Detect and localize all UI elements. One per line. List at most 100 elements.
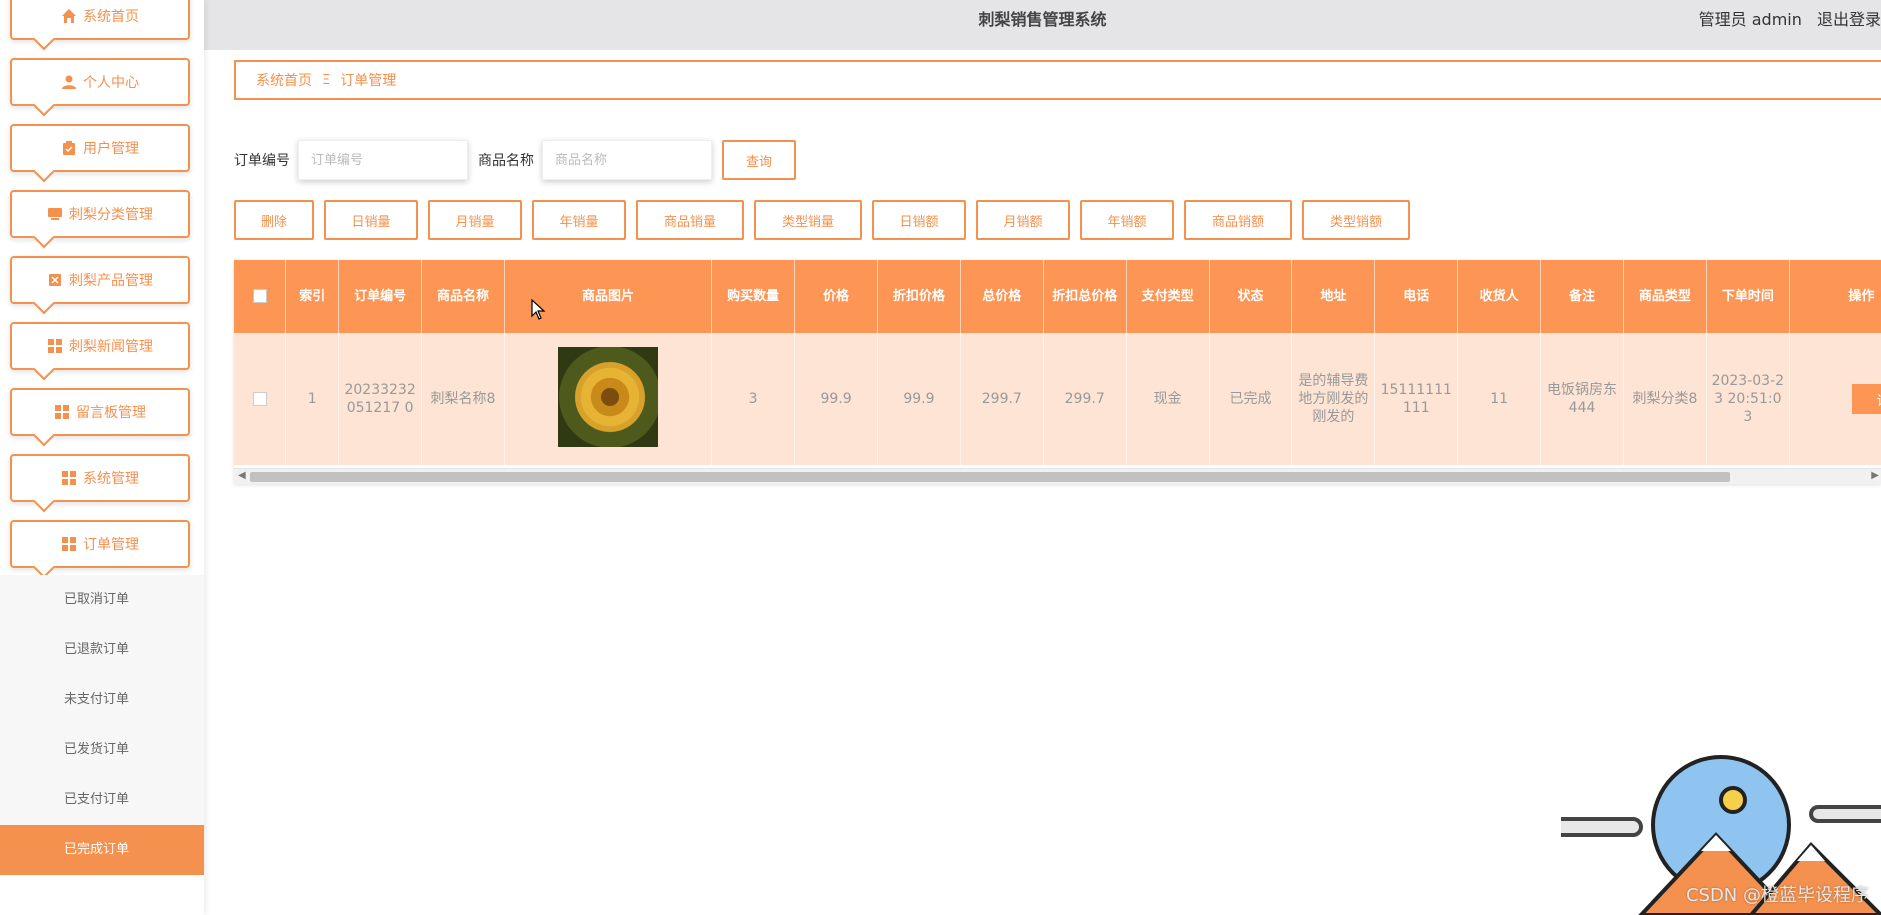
admin-label: 管理员 admin xyxy=(1698,10,1802,29)
product-image-cell xyxy=(504,333,713,465)
sidebar-item-users[interactable]: 用户管理 xyxy=(10,124,190,172)
monthly-sales-volume-button[interactable]: 月销量 xyxy=(428,200,522,240)
column-header: 下单时间 xyxy=(1706,260,1790,333)
scroll-right-arrow-icon[interactable]: ▶ xyxy=(1871,470,1879,481)
select-all-checkbox[interactable] xyxy=(252,289,267,303)
product-name-label: 商品名称 xyxy=(478,153,534,169)
sidebar-item-label: 订单管理 xyxy=(83,537,139,553)
price-cell: 99.9 xyxy=(794,333,878,465)
breadcrumb-current: 订单管理 xyxy=(340,73,397,89)
column-header: 收货人 xyxy=(1457,260,1542,333)
operation-cell: 详情 xyxy=(1789,333,1881,465)
mouse-cursor-icon xyxy=(531,299,546,320)
sidebar-item-profile[interactable]: 个人中心 xyxy=(10,58,190,106)
row-select-cell[interactable] xyxy=(234,333,287,465)
horizontal-scrollbar[interactable]: ◀ ▶ xyxy=(234,468,1881,484)
type-sales-volume-button[interactable]: 类型销量 xyxy=(754,200,862,240)
sidebar-item-orders[interactable]: 订单管理 xyxy=(10,520,190,568)
column-header: 支付类型 xyxy=(1126,260,1210,333)
yearly-sales-volume-button[interactable]: 年销量 xyxy=(532,200,626,240)
column-header: 总价格 xyxy=(960,260,1044,333)
sidebar-item-home[interactable]: 系统首页 xyxy=(10,0,190,40)
scrollbar-thumb[interactable] xyxy=(250,472,1730,482)
action-toolbar: 删除 日销量 月销量 年销量 商品销量 类型销量 日销额 月销额 年销额 商品销… xyxy=(234,200,1410,240)
product-name-input[interactable] xyxy=(542,140,712,180)
watermark-text: CSDN @橙蓝毕设程序 xyxy=(1685,885,1869,906)
column-header: 商品类型 xyxy=(1623,260,1707,333)
submenu-item-refunded[interactable]: 已退款订单 xyxy=(0,625,204,675)
monitor-icon xyxy=(47,206,63,222)
daily-sales-volume-button[interactable]: 日销量 xyxy=(324,200,418,240)
orders-table: 索引 订单编号 商品名称 商品图片 购买数量 价格 折扣价格 总价格 折扣总价格… xyxy=(234,260,1881,465)
admin-info: 管理员 admin 退出登录 xyxy=(1689,0,1881,40)
sidebar-item-label: 系统管理 xyxy=(83,471,139,487)
column-header: 备注 xyxy=(1540,260,1624,333)
order-number-input[interactable] xyxy=(298,140,468,180)
breadcrumb-separator: Ξ xyxy=(322,72,331,88)
orders-submenu: 已取消订单 已退款订单 未支付订单 已发货订单 已支付订单 已完成订单 xyxy=(0,575,204,875)
grid-icon xyxy=(47,338,63,354)
submenu-item-unpaid[interactable]: 未支付订单 xyxy=(0,675,204,725)
submenu-item-shipped[interactable]: 已发货订单 xyxy=(0,725,204,775)
yearly-sales-amount-button[interactable]: 年销额 xyxy=(1080,200,1174,240)
sidebar-item-products[interactable]: 刺梨产品管理 xyxy=(10,256,190,304)
sidebar-item-label: 系统首页 xyxy=(83,9,139,25)
app-title: 刺梨销售管理系统 xyxy=(978,10,1107,29)
index-cell: 1 xyxy=(285,333,340,465)
column-header: 地址 xyxy=(1291,260,1376,333)
sidebar-item-system[interactable]: 系统管理 xyxy=(10,454,190,502)
payment-type-cell: 现金 xyxy=(1126,333,1210,465)
order-number-label: 订单编号 xyxy=(234,153,290,169)
logout-link[interactable]: 退出登录 xyxy=(1817,10,1881,29)
order-number-cell: 20233232051217 0 xyxy=(338,333,423,465)
daily-sales-amount-button[interactable]: 日销额 xyxy=(872,200,966,240)
submenu-item-paid[interactable]: 已支付订单 xyxy=(0,775,204,825)
sidebar-item-label: 刺梨分类管理 xyxy=(69,207,153,223)
breadcrumb: 系统首页 Ξ 订单管理 xyxy=(234,60,1881,100)
sidebar-item-label: 用户管理 xyxy=(83,141,139,157)
column-header: 状态 xyxy=(1209,260,1293,333)
remark-cell: 电饭锅房东444 xyxy=(1540,333,1624,465)
grid-icon xyxy=(61,470,77,486)
sidebar-item-label: 个人中心 xyxy=(83,75,139,91)
column-header: 商品名称 xyxy=(421,260,505,333)
row-checkbox[interactable] xyxy=(252,392,267,406)
type-sales-amount-button[interactable]: 类型销额 xyxy=(1302,200,1410,240)
scroll-left-arrow-icon[interactable]: ◀ xyxy=(238,470,246,481)
sidebar-item-messages[interactable]: 留言板管理 xyxy=(10,388,190,436)
address-cell: 是的辅导费地方刚发的刚发的 xyxy=(1291,333,1376,465)
column-header: 电话 xyxy=(1374,260,1459,333)
search-bar: 订单编号 商品名称 查询 xyxy=(234,140,797,180)
order-time-cell: 2023-03-23 20:51:03 xyxy=(1706,333,1790,465)
column-header: 商品图片 xyxy=(504,260,713,333)
column-header: 购买数量 xyxy=(711,260,796,333)
package-icon xyxy=(47,272,63,288)
column-header: 价格 xyxy=(794,260,878,333)
product-sales-volume-button[interactable]: 商品销量 xyxy=(636,200,744,240)
status-cell: 已完成 xyxy=(1209,333,1293,465)
discount-price-cell: 99.9 xyxy=(877,333,961,465)
grid-icon xyxy=(61,536,77,552)
phone-cell: 15111111111 xyxy=(1374,333,1459,465)
product-sales-amount-button[interactable]: 商品销额 xyxy=(1184,200,1292,240)
submenu-item-cancelled[interactable]: 已取消订单 xyxy=(0,575,204,625)
delete-button[interactable]: 删除 xyxy=(234,200,314,240)
query-button[interactable]: 查询 xyxy=(722,140,797,180)
discount-total-cell: 299.7 xyxy=(1043,333,1127,465)
monthly-sales-amount-button[interactable]: 月销额 xyxy=(976,200,1070,240)
table-header-row: 索引 订单编号 商品名称 商品图片 购买数量 价格 折扣价格 总价格 折扣总价格… xyxy=(234,260,1881,333)
submenu-item-completed[interactable]: 已完成订单 xyxy=(0,825,204,875)
column-header: 订单编号 xyxy=(338,260,423,333)
select-all-header[interactable] xyxy=(234,260,287,333)
orders-table-container: 索引 订单编号 商品名称 商品图片 购买数量 价格 折扣价格 总价格 折扣总价格… xyxy=(234,260,1881,484)
column-header: 折扣价格 xyxy=(877,260,961,333)
sidebar-item-news[interactable]: 刺梨新闻管理 xyxy=(10,322,190,370)
detail-button[interactable]: 详情 xyxy=(1851,384,1881,414)
clipboard-icon xyxy=(61,140,77,156)
total-price-cell: 299.7 xyxy=(960,333,1044,465)
home-icon xyxy=(61,8,77,24)
breadcrumb-home[interactable]: 系统首页 xyxy=(256,70,312,90)
sidebar-item-label: 刺梨产品管理 xyxy=(69,273,153,289)
user-icon xyxy=(61,74,77,90)
sidebar-item-category[interactable]: 刺梨分类管理 xyxy=(10,190,190,238)
